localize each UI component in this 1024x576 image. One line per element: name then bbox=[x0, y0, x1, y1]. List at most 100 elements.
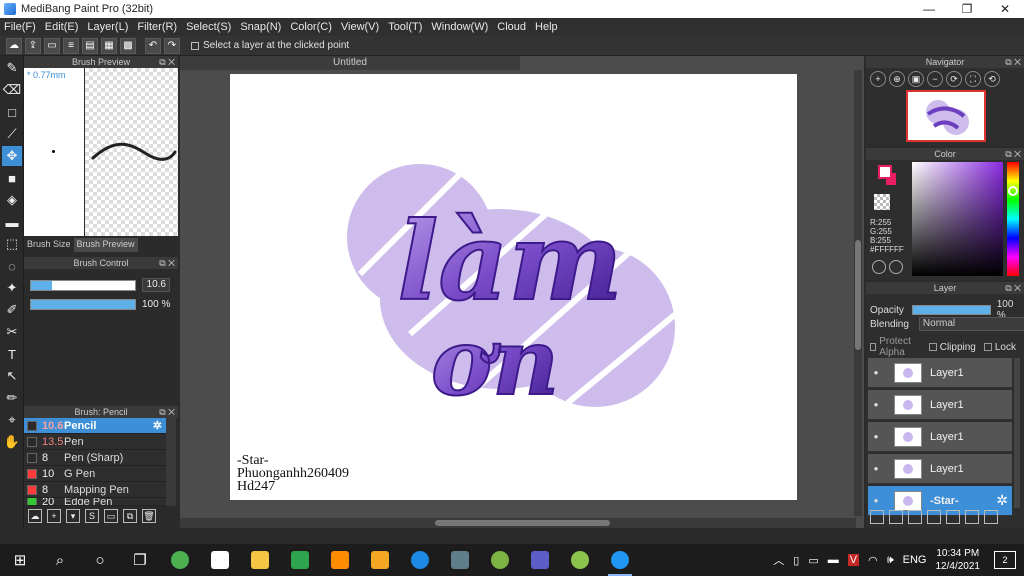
brush-item[interactable]: 20 Edge Pen bbox=[24, 498, 166, 506]
brush-item[interactable]: 8 Pen (Sharp) bbox=[24, 450, 166, 466]
brush-color-swatch[interactable] bbox=[27, 468, 37, 479]
minimize-button[interactable]: — bbox=[910, 0, 948, 18]
layer-folder-icon[interactable] bbox=[946, 510, 960, 524]
visibility-icon[interactable]: ● bbox=[868, 368, 884, 377]
maximize-button[interactable]: ❐ bbox=[948, 0, 986, 18]
select-pen-icon[interactable]: ✐ bbox=[2, 300, 22, 320]
menu-edit[interactable]: Edit(E) bbox=[45, 21, 79, 33]
move-tool-icon[interactable]: ✥ bbox=[2, 146, 22, 166]
panel-close-icon[interactable]: ⧉ ✕ bbox=[159, 257, 175, 269]
new-layer-icon[interactable] bbox=[870, 510, 884, 524]
brush-list-scrollbar[interactable] bbox=[166, 418, 176, 506]
cortana-icon[interactable]: ○ bbox=[80, 544, 120, 576]
app-stack-icon[interactable] bbox=[440, 544, 480, 576]
transparent-color-swatch[interactable] bbox=[874, 194, 890, 210]
brush-size-slider[interactable] bbox=[30, 279, 136, 291]
brush-color-swatch[interactable] bbox=[27, 420, 37, 431]
start-icon[interactable]: ⊞ bbox=[0, 544, 40, 576]
notification-icon[interactable]: 2 bbox=[994, 551, 1016, 569]
hand-tool-icon[interactable]: ✋ bbox=[2, 432, 22, 452]
menu-help[interactable]: Help bbox=[535, 21, 558, 33]
brush-item[interactable]: 13.5 Pen bbox=[24, 434, 166, 450]
file-explorer-icon[interactable] bbox=[240, 544, 280, 576]
brush-item[interactable]: 10 G Pen bbox=[24, 466, 166, 482]
menu-snap[interactable]: Snap(N) bbox=[240, 21, 281, 33]
operation-tool-icon[interactable]: ↖ bbox=[2, 366, 22, 386]
save-brush-icon[interactable]: S bbox=[85, 509, 99, 523]
menu-select[interactable]: Select(S) bbox=[186, 21, 231, 33]
color-history-icon[interactable] bbox=[889, 260, 903, 274]
merge-layer-icon[interactable] bbox=[984, 510, 998, 524]
menu-layer[interactable]: Layer(L) bbox=[87, 21, 128, 33]
document-icon[interactable]: ▤ bbox=[82, 37, 98, 54]
brush-tool-icon[interactable]: ✎ bbox=[2, 58, 22, 78]
layer-item[interactable]: ● Layer1 bbox=[868, 358, 1012, 388]
saturation-value-picker[interactable] bbox=[912, 162, 1003, 276]
language-indicator[interactable]: ENG bbox=[903, 554, 927, 566]
tab-brush-preview[interactable]: Brush Preview bbox=[73, 238, 138, 252]
hue-knob[interactable] bbox=[1008, 186, 1018, 196]
brush-size-value[interactable]: 10.6 bbox=[142, 278, 170, 292]
canvas-horizontal-scrollbar[interactable] bbox=[180, 518, 856, 528]
brush-item[interactable]: 8 Mapping Pen bbox=[24, 482, 166, 498]
layer-opacity-slider[interactable] bbox=[911, 305, 991, 315]
select-layer-checkbox[interactable]: Select a layer at the clicked point bbox=[191, 40, 349, 51]
tiles-icon[interactable]: ▩ bbox=[120, 37, 136, 54]
eyedropper-icon[interactable]: ⌖ bbox=[2, 410, 22, 430]
panel-close-icon[interactable]: ⧉ ✕ bbox=[159, 406, 175, 418]
eraser-tool-icon[interactable]: ⌫ bbox=[2, 80, 22, 100]
close-button[interactable]: ✕ bbox=[986, 0, 1024, 18]
canvas-page[interactable]: làm ơn -Star- Phuonganhh260409 Hd247 bbox=[230, 74, 797, 500]
zoom-in-icon[interactable]: + bbox=[870, 71, 886, 87]
rectangle-tool-icon[interactable]: □ bbox=[2, 102, 22, 122]
new-halftone-layer-icon[interactable] bbox=[889, 510, 903, 524]
redo-icon[interactable]: ↷ bbox=[164, 37, 180, 54]
panel-close-icon[interactable]: ⧉ ✕ bbox=[1005, 148, 1021, 160]
list-icon[interactable]: ≡ bbox=[63, 37, 79, 54]
brush-color-swatch[interactable] bbox=[27, 452, 37, 463]
cloud-download-icon[interactable]: ☁ bbox=[28, 509, 42, 523]
hue-slider[interactable] bbox=[1007, 162, 1019, 276]
scroll-thumb[interactable] bbox=[435, 520, 610, 526]
new-brush-icon[interactable]: + bbox=[47, 509, 61, 523]
visibility-icon[interactable]: ● bbox=[868, 400, 884, 409]
scroll-thumb[interactable] bbox=[855, 240, 861, 350]
select-rect-icon[interactable]: ⬚ bbox=[2, 234, 22, 254]
bucket-tool-icon[interactable]: ◈ bbox=[2, 190, 22, 210]
canvas-vertical-scrollbar[interactable] bbox=[854, 70, 862, 516]
brush-options-icon[interactable]: ▾ bbox=[66, 509, 80, 523]
cloud-icon[interactable]: ☁ bbox=[6, 37, 22, 54]
lock-checkbox[interactable]: Lock bbox=[983, 342, 1016, 353]
brush-color-swatch[interactable] bbox=[27, 436, 37, 447]
app-orange-icon[interactable] bbox=[320, 544, 360, 576]
duplicate-layer-icon[interactable] bbox=[965, 510, 979, 524]
menu-window[interactable]: Window(W) bbox=[431, 21, 488, 33]
menu-view[interactable]: View(V) bbox=[341, 21, 379, 33]
rotate-icon[interactable]: ⟳ bbox=[946, 71, 962, 87]
comment-icon[interactable]: ▭ bbox=[44, 37, 60, 54]
folder-icon[interactable]: ▭ bbox=[104, 509, 118, 523]
volume-icon[interactable]: 🕪 bbox=[887, 554, 894, 567]
menu-cloud[interactable]: Cloud bbox=[497, 21, 526, 33]
fit-icon[interactable]: ▣ bbox=[908, 71, 924, 87]
layer-item[interactable]: ● Layer1 bbox=[868, 422, 1012, 452]
visibility-icon[interactable]: ● bbox=[868, 496, 884, 505]
document-tab[interactable]: Untitled bbox=[180, 56, 520, 70]
app-green-icon[interactable] bbox=[480, 544, 520, 576]
brush-color-swatch[interactable] bbox=[27, 498, 37, 505]
primary-color-swatch[interactable] bbox=[878, 165, 892, 179]
app-yellow-icon[interactable] bbox=[360, 544, 400, 576]
battery-icon[interactable]: ▬ bbox=[828, 554, 839, 566]
menu-file[interactable]: File(F) bbox=[4, 21, 36, 33]
store-icon[interactable] bbox=[200, 544, 240, 576]
menu-tool[interactable]: Tool(T) bbox=[388, 21, 422, 33]
duplicate-icon[interactable]: ⧉ bbox=[123, 509, 137, 523]
brush-color-swatch[interactable] bbox=[27, 484, 37, 495]
new-8bit-layer-icon[interactable] bbox=[908, 510, 922, 524]
magic-wand-icon[interactable]: ✦ bbox=[2, 278, 22, 298]
visibility-icon[interactable]: ● bbox=[868, 464, 884, 473]
layer-list-scrollbar[interactable] bbox=[1014, 358, 1020, 508]
fullscreen-icon[interactable]: ⛶ bbox=[965, 71, 981, 87]
search-icon[interactable]: ⌕ bbox=[40, 544, 80, 576]
network-icon[interactable]: ▭ bbox=[808, 554, 818, 567]
